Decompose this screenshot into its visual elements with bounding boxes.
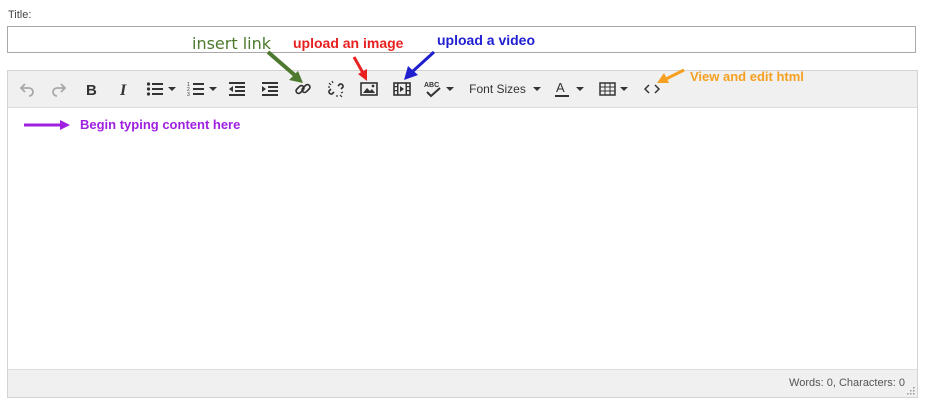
- annotation-arrow-red: [352, 56, 367, 81]
- resize-handle-icon[interactable]: [906, 386, 915, 395]
- numbered-list-icon: 1 2 3: [187, 82, 204, 97]
- chevron-down-icon: [168, 87, 176, 91]
- annotation-view-html: View and edit html: [690, 69, 804, 84]
- annotation-insert-link: insert link: [192, 34, 271, 53]
- text-color-icon: A: [555, 80, 569, 97]
- svg-text:3: 3: [187, 92, 190, 97]
- chevron-down-icon: [446, 87, 454, 91]
- undo-button[interactable]: [17, 77, 37, 101]
- chevron-down-icon: [209, 87, 217, 91]
- numbered-list-button[interactable]: 1 2 3: [184, 77, 220, 101]
- chevron-down-icon: [532, 87, 541, 91]
- font-sizes-label: Font Sizes: [469, 82, 526, 96]
- bullet-list-button[interactable]: [143, 77, 179, 101]
- text-color-button[interactable]: A: [552, 77, 586, 101]
- svg-text:I: I: [119, 82, 127, 97]
- chevron-down-icon: [619, 87, 628, 91]
- editor-statusbar: Words: 0, Characters: 0: [8, 369, 917, 397]
- svg-text:A: A: [556, 80, 565, 95]
- redo-icon: [52, 83, 67, 97]
- italic-icon: I: [119, 82, 127, 97]
- annotation-upload-video: upload a video: [437, 32, 536, 48]
- title-label: Title:: [8, 9, 32, 21]
- italic-button[interactable]: I: [114, 77, 134, 101]
- word-character-count: Words: 0, Characters: 0: [789, 377, 905, 389]
- unlink-button[interactable]: [326, 77, 346, 101]
- bullet-list-icon: [146, 82, 163, 96]
- bold-button[interactable]: B: [81, 77, 101, 101]
- unlink-icon: [328, 80, 344, 98]
- annotation-arrow-blue: [404, 50, 436, 80]
- annotation-begin-typing: Begin typing content here: [80, 117, 241, 132]
- outdent-button[interactable]: [227, 77, 247, 101]
- table-icon: [598, 82, 616, 96]
- undo-icon: [19, 83, 34, 97]
- svg-text:B: B: [86, 82, 97, 97]
- annotation-arrow-orange: [657, 68, 685, 83]
- annotation-arrow-purple: [24, 120, 70, 130]
- outdent-icon: [229, 82, 245, 96]
- font-sizes-dropdown[interactable]: Font Sizes: [466, 77, 544, 101]
- bold-icon: B: [86, 82, 97, 97]
- annotation-upload-image: upload an image: [293, 35, 404, 51]
- editor-content-area[interactable]: [8, 108, 917, 370]
- redo-button[interactable]: [49, 77, 69, 101]
- table-button[interactable]: [596, 77, 630, 101]
- chevron-down-icon: [576, 87, 584, 91]
- annotation-arrow-green: [266, 50, 303, 83]
